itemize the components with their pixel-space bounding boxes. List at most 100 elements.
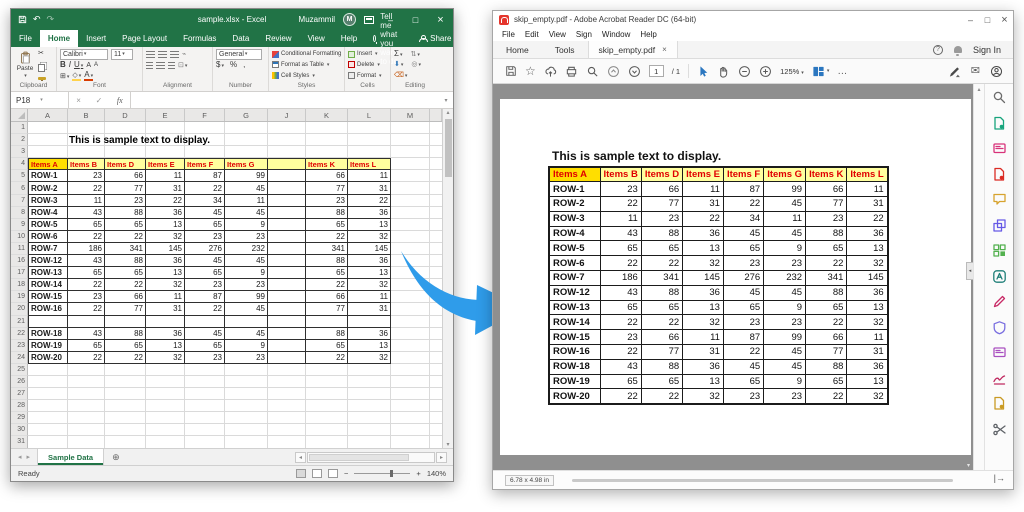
page-number-input[interactable]: 1	[649, 65, 664, 77]
cell-F24[interactable]: 23	[185, 352, 225, 364]
cell-F10[interactable]: 23	[185, 231, 225, 243]
orientation-icon[interactable]: ⌁	[182, 51, 186, 58]
cell-M27[interactable]	[391, 388, 430, 400]
borders-button[interactable]: ⊞	[60, 73, 69, 80]
menu-view[interactable]: View	[544, 30, 571, 39]
cell-J31[interactable]	[268, 436, 306, 448]
tab-home[interactable]: Home	[493, 41, 542, 58]
cell-B10[interactable]: 22	[68, 231, 105, 243]
cell-K30[interactable]	[306, 424, 348, 436]
cell-E1[interactable]	[146, 122, 185, 134]
align-right-icon[interactable]	[168, 62, 175, 69]
column-header-J[interactable]: J	[268, 109, 306, 121]
hand-tool-icon[interactable]	[717, 65, 730, 78]
cell-F26[interactable]	[185, 376, 225, 388]
ribbon-tab-view[interactable]: View	[300, 30, 333, 47]
cell-J8[interactable]	[268, 207, 306, 219]
cell-D9[interactable]: 65	[105, 219, 146, 231]
cell-D20[interactable]: 77	[105, 303, 146, 315]
combine-files-icon[interactable]	[991, 217, 1008, 234]
row-header-30[interactable]: 30	[11, 424, 28, 436]
fill-color-button[interactable]: ◇	[72, 72, 81, 81]
cell-M1[interactable]	[391, 122, 430, 134]
autosum-button[interactable]: Σ	[394, 50, 402, 58]
user-avatar[interactable]: M	[343, 13, 356, 26]
acrobat-minimize-button[interactable]	[962, 11, 979, 28]
cell-L29[interactable]	[348, 412, 391, 424]
row-header-23[interactable]: 23	[11, 340, 28, 352]
hscroll-left-icon[interactable]: ◂	[295, 452, 306, 463]
cell-G22[interactable]: 45	[225, 328, 268, 340]
clear-button[interactable]: ⌫	[394, 72, 407, 79]
cell-M9[interactable]	[391, 219, 430, 231]
menu-sign[interactable]: Sign	[571, 30, 597, 39]
cell-B5[interactable]: 23	[68, 170, 105, 182]
normal-view-icon[interactable]	[296, 469, 306, 478]
sign-in-button[interactable]: Sign In	[973, 45, 1001, 55]
zoom-level-select[interactable]: 125%▾	[780, 67, 804, 76]
cell-J21[interactable]	[268, 316, 306, 328]
cell-K9[interactable]: 65	[306, 219, 348, 231]
tab-tools[interactable]: Tools	[542, 41, 588, 58]
cell-J17[interactable]	[268, 267, 306, 279]
cell-G10[interactable]: 23	[225, 231, 268, 243]
cell-J1[interactable]	[268, 122, 306, 134]
cell-J23[interactable]	[268, 340, 306, 352]
row-header-26[interactable]: 26	[11, 376, 28, 388]
cell-D17[interactable]: 65	[105, 267, 146, 279]
cell-E10[interactable]: 32	[146, 231, 185, 243]
cell-B27[interactable]	[68, 388, 105, 400]
cell-D22[interactable]: 88	[105, 328, 146, 340]
cell-L20[interactable]: 31	[348, 303, 391, 315]
cell-A11[interactable]: ROW-7	[28, 243, 68, 255]
cell-M30[interactable]	[391, 424, 430, 436]
row-header-24[interactable]: 24	[11, 352, 28, 364]
cell-L22[interactable]: 36	[348, 328, 391, 340]
cell-E29[interactable]	[146, 412, 185, 424]
cell-A16[interactable]: ROW-12	[28, 255, 68, 267]
print-icon[interactable]	[565, 65, 578, 78]
cell-A29[interactable]	[28, 412, 68, 424]
cell-G4[interactable]: Items G	[225, 158, 268, 170]
cell-E11[interactable]: 145	[146, 243, 185, 255]
cell-E26[interactable]	[146, 376, 185, 388]
cell-D18[interactable]: 22	[105, 279, 146, 291]
ribbon-display-options-icon[interactable]	[364, 16, 374, 24]
cell-D5[interactable]: 66	[105, 170, 146, 182]
cell-J25[interactable]	[268, 364, 306, 376]
cell-F16[interactable]: 45	[185, 255, 225, 267]
cell-J20[interactable]	[268, 303, 306, 315]
row-header-21[interactable]: 21	[11, 316, 28, 328]
cell-M10[interactable]	[391, 231, 430, 243]
cell-A6[interactable]: ROW-2	[28, 182, 68, 194]
cell-D7[interactable]: 23	[105, 195, 146, 207]
row-header-10[interactable]: 10	[11, 231, 28, 243]
cell-L27[interactable]	[348, 388, 391, 400]
cell-J19[interactable]	[268, 291, 306, 303]
cell-L6[interactable]: 31	[348, 182, 391, 194]
cell-J7[interactable]	[268, 195, 306, 207]
align-top-icon[interactable]	[146, 51, 155, 58]
cell-L9[interactable]: 13	[348, 219, 391, 231]
menu-window[interactable]: Window	[597, 30, 635, 39]
organize-pages-icon[interactable]	[991, 242, 1008, 259]
cell-L11[interactable]: 145	[348, 243, 391, 255]
row-header-6[interactable]: 6	[11, 182, 28, 194]
cell-K26[interactable]	[306, 376, 348, 388]
cell-A5[interactable]: ROW-1	[28, 170, 68, 182]
cell-L25[interactable]	[348, 364, 391, 376]
bold-button[interactable]: B	[60, 61, 66, 69]
name-box[interactable]: P18 ▾	[11, 92, 69, 108]
excel-maximize-button[interactable]	[407, 9, 424, 30]
cell-D1[interactable]	[105, 122, 146, 134]
fill-sign-pen-icon[interactable]	[948, 65, 961, 78]
new-sheet-button[interactable]: ⊕	[104, 449, 128, 465]
column-header-B[interactable]: B	[68, 109, 105, 121]
row-header-18[interactable]: 18	[11, 279, 28, 291]
cell-J9[interactable]	[268, 219, 306, 231]
column-header-E[interactable]: E	[146, 109, 185, 121]
cell-K16[interactable]: 88	[306, 255, 348, 267]
cell-K31[interactable]	[306, 436, 348, 448]
cell-L18[interactable]: 32	[348, 279, 391, 291]
fill-button[interactable]: ⬇	[394, 61, 403, 68]
